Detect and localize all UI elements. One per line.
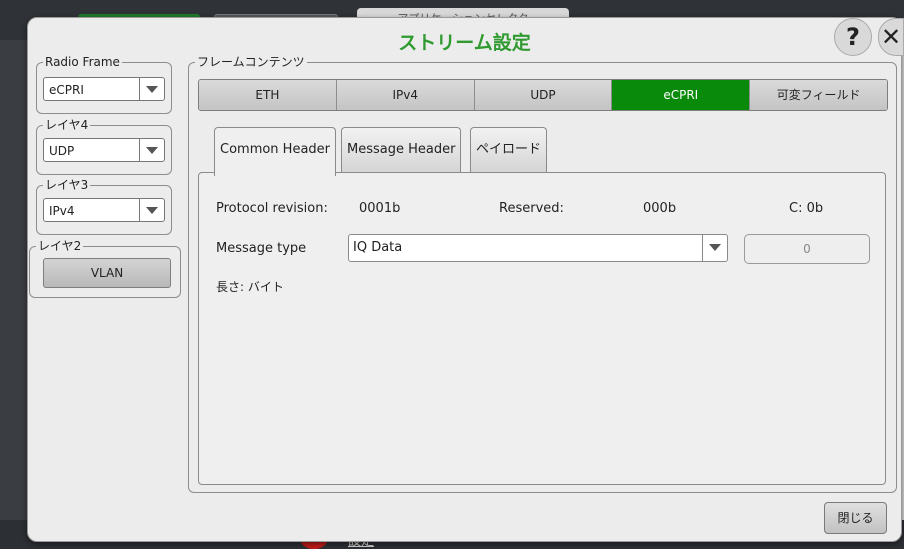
chevron-down-icon[interactable] xyxy=(702,235,727,261)
tab-ecpri[interactable]: eCPRI xyxy=(612,80,751,110)
dialog-title: ストリーム設定 xyxy=(398,32,531,54)
message-type-select[interactable]: IQ Data xyxy=(348,234,728,262)
c-value: C: 0b xyxy=(789,201,824,216)
radio-frame-group: Radio Frame eCPRI xyxy=(36,54,172,114)
layer3-group: レイヤ3 IPv4 xyxy=(36,177,172,235)
vlan-button[interactable]: VLAN xyxy=(43,258,171,288)
chevron-down-icon[interactable] xyxy=(139,139,164,161)
radio-frame-select[interactable]: eCPRI xyxy=(43,77,165,101)
radio-frame-value: eCPRI xyxy=(49,83,84,97)
protocol-revision-value: 0001b xyxy=(359,201,401,216)
common-header-panel: Protocol revision: 0001b Reserved: 000b … xyxy=(198,172,886,485)
tab-common-header[interactable]: Common Header xyxy=(214,127,337,176)
layer2-legend: レイヤ2 xyxy=(36,238,84,254)
layer3-select[interactable]: IPv4 xyxy=(43,198,165,222)
help-button[interactable]: ? xyxy=(834,18,872,56)
frame-contents-legend: フレームコンテンツ xyxy=(195,54,307,70)
layer4-legend: レイヤ4 xyxy=(43,117,91,133)
layer2-group: レイヤ2 VLAN xyxy=(29,238,181,298)
close-button[interactable]: 閉じる xyxy=(824,502,887,534)
message-type-label: Message type xyxy=(216,241,307,256)
message-type-number-field[interactable]: 0 xyxy=(744,234,870,264)
tab-message-header[interactable]: Message Header xyxy=(341,127,462,173)
reserved-label: Reserved: xyxy=(499,201,564,216)
stream-settings-dialog: ストリーム設定 ? ✕ Radio Frame eCPRI レイヤ4 UDP レ… xyxy=(27,17,904,542)
layer4-select[interactable]: UDP xyxy=(43,138,165,162)
tab-ipv4[interactable]: IPv4 xyxy=(336,80,475,110)
radio-frame-legend: Radio Frame xyxy=(43,54,122,70)
protocol-tab-bar: ETH IPv4 UDP eCPRI 可変フィールド xyxy=(198,79,888,111)
layer3-legend: レイヤ3 xyxy=(43,177,91,193)
tab-udp[interactable]: UDP xyxy=(474,80,613,110)
layer4-value: UDP xyxy=(49,144,75,158)
layer3-value: IPv4 xyxy=(49,204,75,218)
protocol-revision-label: Protocol revision: xyxy=(216,201,328,216)
layer4-group: レイヤ4 UDP xyxy=(36,117,172,175)
length-label: 長さ: バイト xyxy=(216,280,284,294)
chevron-down-icon[interactable] xyxy=(139,78,164,100)
tab-payload[interactable]: ペイロード xyxy=(470,127,548,173)
tab-variable-field[interactable]: 可変フィールド xyxy=(750,80,887,110)
message-type-value: IQ Data xyxy=(353,240,403,255)
tab-eth[interactable]: ETH xyxy=(199,80,337,110)
reserved-value: 000b xyxy=(643,201,677,216)
chevron-down-icon[interactable] xyxy=(139,199,164,221)
close-icon[interactable]: ✕ xyxy=(878,18,904,56)
